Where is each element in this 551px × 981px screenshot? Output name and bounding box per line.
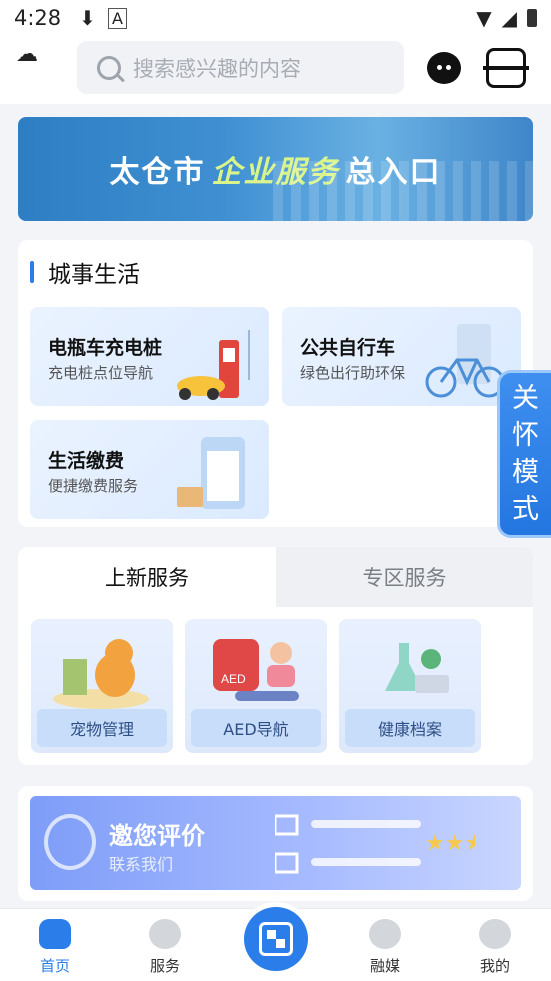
tile-public-bicycle[interactable]: 公共自行车 绿色出行助环保 <box>282 307 521 406</box>
search-input[interactable]: 搜索感兴趣的内容 <box>77 41 404 94</box>
qr-code-icon <box>259 922 293 956</box>
status-bar: 4:28 ⬇ A ▼ ◢ <box>0 0 551 36</box>
banner-prefix: 太仓市 <box>109 155 206 190</box>
service-aed-navigation[interactable]: AED AED导航 <box>185 619 327 753</box>
service-tabs: 上新服务 专区服务 <box>18 547 533 607</box>
tile-subtitle: 便捷缴费服务 <box>48 477 139 495</box>
evaluation-banner[interactable]: 邀您评价 联系我们 ★★★ <box>30 796 521 890</box>
scan-icon[interactable] <box>483 48 529 88</box>
skyline-decoration <box>273 161 533 221</box>
tile-subtitle: 充电桩点位导航 <box>48 364 154 382</box>
tab-new-services[interactable]: 上新服务 <box>18 547 276 607</box>
signal-icon: ◢ <box>501 6 517 30</box>
health-record-icon <box>385 643 449 693</box>
battery-icon <box>527 9 537 27</box>
service-pet-management[interactable]: 宠物管理 <box>31 619 173 753</box>
care-mode-char: 模 <box>512 457 539 488</box>
nav-media[interactable]: 融媒 <box>355 919 415 976</box>
pet-icon <box>53 639 149 709</box>
nav-label: 我的 <box>479 957 510 975</box>
tile-title: 公共自行车 <box>300 337 396 359</box>
enterprise-service-banner[interactable]: 太仓市 企业服务 总入口 <box>18 117 533 221</box>
care-mode-button[interactable]: 关 怀 模 式 <box>497 370 551 538</box>
service-label: 健康档案 <box>345 709 475 747</box>
nav-home[interactable]: 首页 <box>25 919 85 976</box>
tile-title: 生活缴费 <box>48 450 125 472</box>
notification-icon: A <box>107 7 127 29</box>
profile-icon <box>479 919 511 949</box>
svg-text:AED: AED <box>221 672 246 686</box>
nav-label: 融媒 <box>369 957 400 975</box>
search-icon <box>97 55 121 80</box>
status-time: 4:28 <box>14 6 62 30</box>
title-accent-bar <box>30 261 34 283</box>
download-icon: ⬇ <box>79 6 96 30</box>
evaluation-title: 邀您评价 <box>109 822 205 850</box>
care-mode-char: 式 <box>512 494 539 525</box>
weather-icon[interactable]: ☁ <box>16 42 38 67</box>
service-health-records[interactable]: 健康档案 <box>339 619 481 753</box>
bill-icon <box>177 437 245 509</box>
nav-services[interactable]: 服务 <box>135 919 195 976</box>
service-label: AED导航 <box>191 709 321 747</box>
nav-label: 服务 <box>149 957 180 975</box>
nav-profile[interactable]: 我的 <box>465 919 525 976</box>
search-placeholder: 搜索感兴趣的内容 <box>133 56 301 81</box>
city-life-section: 城事生活 电瓶车充电桩 充电桩点位导航 公共自行车 绿色出行助环保 生活缴费 便… <box>18 240 533 527</box>
evaluation-subtitle: 联系我们 <box>109 855 174 874</box>
svg-text:★★★: ★★★ <box>425 831 475 856</box>
care-mode-char: 怀 <box>512 420 539 451</box>
media-icon <box>369 919 401 949</box>
care-mode-char: 关 <box>512 383 539 414</box>
scan-qr-button[interactable] <box>244 907 308 971</box>
top-bar: ☁ 搜索感兴趣的内容 <box>0 36 551 104</box>
tile-utility-payment[interactable]: 生活缴费 便捷缴费服务 <box>30 420 269 519</box>
tab-zone-services[interactable]: 专区服务 <box>276 547 533 607</box>
home-icon <box>39 919 71 949</box>
phone-icon <box>44 814 96 870</box>
tile-charging-station[interactable]: 电瓶车充电桩 充电桩点位导航 <box>30 307 269 406</box>
tile-title: 电瓶车充电桩 <box>48 337 163 359</box>
wifi-icon: ▼ <box>476 6 492 30</box>
service-label: 宠物管理 <box>37 709 167 747</box>
section-title: 城事生活 <box>30 255 140 289</box>
message-icon[interactable] <box>427 52 461 84</box>
charging-station-icon <box>177 330 250 400</box>
nav-label: 首页 <box>39 957 70 975</box>
aed-icon: AED <box>213 639 299 701</box>
checklist-icon: ★★★ <box>275 814 475 874</box>
services-icon <box>149 919 181 949</box>
tile-subtitle: 绿色出行助环保 <box>300 364 406 382</box>
